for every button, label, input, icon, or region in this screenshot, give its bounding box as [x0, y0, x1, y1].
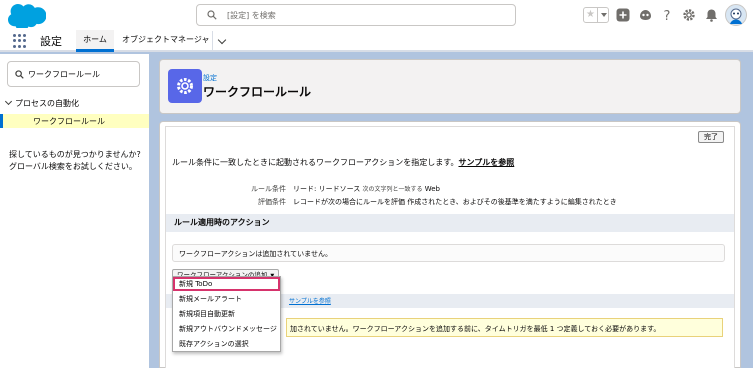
- header-actions: ★ ?: [583, 4, 747, 26]
- add-icon[interactable]: [615, 7, 631, 23]
- settings-gear-icon[interactable]: [681, 7, 697, 23]
- menu-item-new-field-update[interactable]: 新規項目自動更新: [173, 307, 280, 321]
- page-header: 設定 ワークフロールール: [159, 59, 741, 114]
- tree-item-label: ワークフロールール: [33, 117, 105, 126]
- sample-link[interactable]: サンプルを参照: [458, 158, 514, 167]
- salesforce-logo[interactable]: [8, 3, 46, 28]
- page-title: ワークフロールール: [203, 85, 312, 99]
- search-icon: [207, 10, 217, 20]
- rule-criteria-value: リード: リードソース 次の文字列と一致する Web: [293, 184, 440, 194]
- app-navigation-bar: 設定 ホーム オブジェクトマネージャ: [0, 30, 753, 52]
- tab-home[interactable]: ホーム: [76, 30, 114, 52]
- immediate-actions-section: ルール適用時のアクション: [166, 214, 734, 232]
- time-trigger-warning: 加されていません。ワークフローアクションを追加する前に、タイムトリガを最低 1 …: [286, 318, 723, 337]
- chevron-down-icon[interactable]: [212, 31, 232, 51]
- no-actions-text: ワークフローアクションは追加されていません。: [179, 250, 332, 258]
- evaluation-criteria-value: レコードが次の場合にルールを評価 作成されたとき、およびその後基準を満たすように…: [293, 198, 617, 206]
- warning-text: 加されていません。ワークフローアクションを追加する前に、タイムトリガを最低 1 …: [290, 325, 661, 333]
- menu-item-new-outbound-message[interactable]: 新規アウトバウンドメッセージ: [173, 322, 280, 336]
- search-placeholder: [設定] を検索: [227, 11, 276, 20]
- user-avatar[interactable]: [725, 4, 747, 26]
- menu-item-new-email-alert[interactable]: 新規メールアラート: [173, 292, 280, 306]
- favorites-control[interactable]: ★: [583, 7, 609, 23]
- global-header: [設定] を検索 ★ ?: [0, 0, 753, 30]
- done-button[interactable]: 完了: [698, 131, 724, 143]
- rule-description: ルール条件に一致したときに起動されるワークフローアクションを指定します。サンプル…: [172, 157, 514, 168]
- favorites-star-icon[interactable]: ★: [584, 8, 597, 22]
- search-icon: [15, 70, 24, 79]
- tree-item-process-automation[interactable]: プロセスの自動化: [4, 97, 79, 109]
- not-found-hint: 探しているものが見つかりませんか? グローバル検索をお試しください。: [9, 150, 141, 171]
- rule-criteria-operator: 次の文字列と一致する: [362, 186, 423, 193]
- menu-item-select-existing-action[interactable]: 既存アクションの選択: [173, 337, 280, 351]
- tree-item-label: プロセスの自動化: [15, 99, 79, 108]
- tab-object-manager[interactable]: オブジェクトマネージャ: [122, 34, 209, 45]
- favorites-dropdown-icon[interactable]: [597, 8, 608, 22]
- rule-criteria-field: リード: リードソース: [293, 185, 361, 193]
- svg-text:?: ?: [664, 9, 671, 22]
- sample-link-2[interactable]: サンプルを参照: [289, 296, 331, 305]
- breadcrumb[interactable]: 設定: [203, 73, 217, 83]
- menu-item-new-todo[interactable]: 新規 ToDo: [173, 277, 280, 291]
- quick-find-input[interactable]: ワークフロールール: [7, 61, 140, 87]
- section-title: ルール適用時のアクション: [174, 218, 270, 227]
- notifications-bell-icon[interactable]: [703, 7, 719, 23]
- global-search-input[interactable]: [設定] を検索: [196, 4, 516, 26]
- setup-gear-icon: [168, 69, 202, 103]
- tree-item-workflow-rules[interactable]: ワークフロールール: [0, 114, 149, 128]
- description-text: ルール条件に一致したときに起動されるワークフローアクションを指定します。: [172, 158, 459, 167]
- rule-criteria-label: ルール条件: [251, 185, 286, 193]
- quick-find-value: ワークフロールール: [28, 70, 100, 79]
- app-launcher-icon[interactable]: [13, 34, 27, 48]
- setup-sidebar: ワークフロールール プロセスの自動化 ワークフロールール 探しているものが見つか…: [0, 54, 149, 368]
- help-icon[interactable]: ?: [659, 7, 675, 23]
- add-action-menu: 新規 ToDo 新規メールアラート 新規項目自動更新 新規アウトバウンドメッセー…: [172, 276, 281, 352]
- trailhead-icon[interactable]: [637, 7, 653, 23]
- app-name: 設定: [40, 35, 62, 48]
- chevron-down-icon[interactable]: [4, 97, 13, 106]
- no-actions-message: ワークフローアクションは追加されていません。: [172, 244, 725, 262]
- rule-criteria-match: Web: [424, 185, 440, 193]
- evaluation-criteria-label: 評価条件: [258, 198, 286, 206]
